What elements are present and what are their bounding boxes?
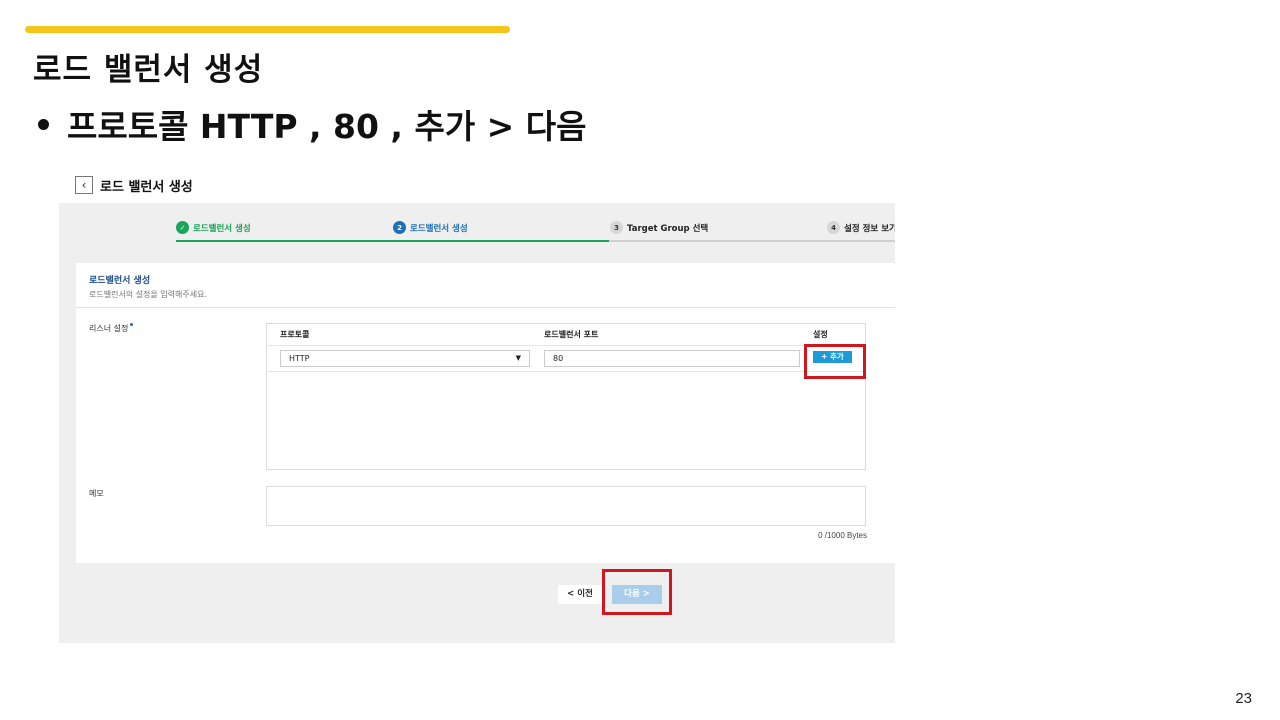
protocol-select[interactable]: HTTP ▼ xyxy=(280,350,530,367)
panel-title: 로드밸런서 생성 xyxy=(89,276,151,286)
page-number: 23 xyxy=(1235,690,1252,707)
panel-divider xyxy=(76,307,895,308)
prev-button[interactable]: < 이전 xyxy=(558,585,602,604)
step-1[interactable]: ✓ 로드밸런서 생성 xyxy=(176,221,251,234)
bytes-counter: 0 /1000 Bytes xyxy=(818,531,867,540)
bullet-line: 프로토콜 HTTP , 80 , 추가 > 다음 xyxy=(38,100,587,148)
step-2-label: 로드밸런서 생성 xyxy=(410,223,468,234)
step-2-number: 2 xyxy=(393,221,406,234)
listener-table-header: 프로토콜 로드밸런서 포트 설정 xyxy=(267,324,865,346)
protocol-select-value: HTTP xyxy=(289,354,310,363)
screenshot-header: ‹ 로드 밸런서 생성 xyxy=(59,162,895,203)
step-3-label: Target Group 선택 xyxy=(627,223,709,234)
step-1-label: 로드밸런서 생성 xyxy=(193,223,251,234)
col-setting: 설정 xyxy=(813,330,828,339)
add-button-highlight xyxy=(804,344,866,379)
screenshot-page-title: 로드 밸런서 생성 xyxy=(100,180,193,195)
next-button-highlight xyxy=(602,569,672,615)
step-2[interactable]: 2 로드밸런서 생성 xyxy=(393,221,468,234)
accent-bar xyxy=(25,26,510,33)
screenshot-body: ✓ 로드밸런서 생성 2 로드밸런서 생성 3 Target Group 선택 … xyxy=(59,203,895,643)
caret-down-icon: ▼ xyxy=(515,354,521,362)
memo-textarea[interactable] xyxy=(266,486,866,526)
col-protocol: 프로토콜 xyxy=(280,330,310,339)
stepper-remaining-line xyxy=(609,240,895,242)
step-4[interactable]: 4 설정 정보 보기 xyxy=(827,221,895,234)
col-port: 로드밸런서 포트 xyxy=(544,330,599,339)
step-3[interactable]: 3 Target Group 선택 xyxy=(610,221,708,234)
back-button[interactable]: ‹ xyxy=(75,176,93,194)
listener-row: HTTP ▼ 80 + 추가 xyxy=(267,344,866,379)
stepper-progress-line xyxy=(176,240,609,242)
chevron-left-icon: ‹ xyxy=(81,178,87,192)
screenshot-frame: ‹ 로드 밸런서 생성 ✓ 로드밸런서 생성 2 로드밸런서 생성 3 Targ… xyxy=(59,162,895,643)
step-4-label: 설정 정보 보기 xyxy=(844,223,895,234)
panel-subtitle: 로드밸런서의 설정을 입력해주세요. xyxy=(89,290,208,299)
bullet-dot-icon xyxy=(38,119,49,130)
check-icon: ✓ xyxy=(176,221,189,234)
listener-label-text: 리스너 설정 xyxy=(89,324,129,333)
memo-label: 메모 xyxy=(89,489,104,498)
slide-title: 로드 밸런서 생성 xyxy=(33,52,264,88)
settings-panel: 로드밸런서 생성 로드밸런서의 설정을 입력해주세요. 리스너 설정 프로토콜 … xyxy=(76,263,895,563)
step-3-number: 3 xyxy=(610,221,623,234)
required-dot-icon xyxy=(130,323,134,326)
step-4-number: 4 xyxy=(827,221,840,234)
listener-label: 리스너 설정 xyxy=(89,323,134,334)
listener-table: 프로토콜 로드밸런서 포트 설정 HTTP ▼ 80 + 추가 xyxy=(266,323,866,470)
port-input[interactable]: 80 xyxy=(544,350,800,367)
bullet-text: 프로토콜 HTTP , 80 , 추가 > 다음 xyxy=(67,107,587,146)
stepper: ✓ 로드밸런서 생성 2 로드밸런서 생성 3 Target Group 선택 … xyxy=(59,203,895,245)
